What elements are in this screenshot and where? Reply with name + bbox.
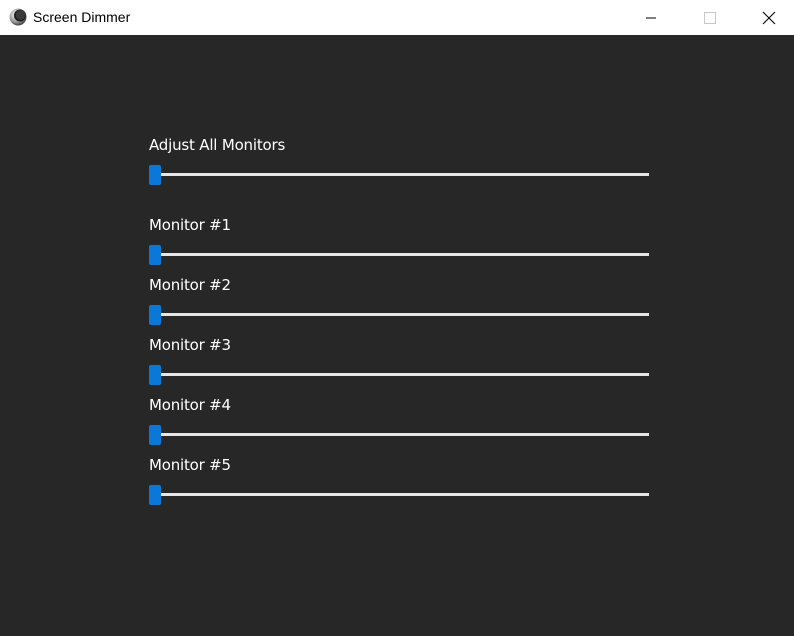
monitor-5-slider[interactable] [149,485,649,505]
monitor-1-label: Monitor #1 [149,216,231,234]
monitor-4-slider[interactable] [149,425,649,445]
minimize-button[interactable] [628,0,674,35]
monitor-4-label: Monitor #4 [149,396,231,414]
close-button[interactable] [746,0,792,35]
slider-thumb[interactable] [149,165,161,185]
adjust-all-label: Adjust All Monitors [149,136,286,154]
slider-track[interactable] [149,173,649,176]
maximize-icon [704,11,716,24]
monitor-3-label: Monitor #3 [149,336,231,354]
slider-thumb[interactable] [149,245,161,265]
slider-thumb[interactable] [149,305,161,325]
content-area: Adjust All Monitors Monitor #1 Monitor #… [0,35,794,636]
slider-thumb[interactable] [149,365,161,385]
slider-track[interactable] [149,373,649,376]
slider-track[interactable] [149,433,649,436]
title-bar: Screen Dimmer [0,0,794,35]
slider-thumb[interactable] [149,485,161,505]
adjust-all-slider[interactable] [149,165,649,185]
close-icon [762,11,776,24]
slider-track[interactable] [149,313,649,316]
slider-thumb[interactable] [149,425,161,445]
maximize-button[interactable] [687,0,733,35]
app-window: Screen Dimmer Adjust All Monitors Monito… [0,0,794,636]
window-title: Screen Dimmer [33,9,131,25]
monitor-3-slider[interactable] [149,365,649,385]
monitor-2-label: Monitor #2 [149,276,231,294]
monitor-1-slider[interactable] [149,245,649,265]
moon-icon [9,8,27,26]
minimize-icon [646,17,656,18]
slider-track[interactable] [149,253,649,256]
monitor-5-label: Monitor #5 [149,456,231,474]
slider-track[interactable] [149,493,649,496]
monitor-2-slider[interactable] [149,305,649,325]
